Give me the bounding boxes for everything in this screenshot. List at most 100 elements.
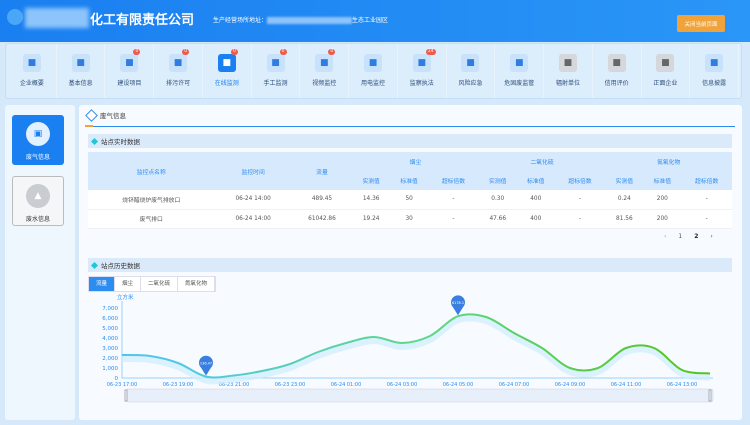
- col-sub: 实测值: [478, 171, 517, 190]
- col-sub: 标准值: [643, 171, 682, 190]
- y-tick-label: 5,000: [102, 326, 118, 332]
- table-cell: 489.45: [291, 190, 353, 210]
- diamond-icon: [90, 261, 99, 269]
- col-group: 烟尘: [352, 152, 479, 171]
- nav-item[interactable]: ■ 手工监测 0: [252, 44, 301, 98]
- company-title: 化工有限责任公司: [90, 13, 195, 28]
- nav-item[interactable]: ■ 风险应急: [447, 44, 496, 98]
- col-sub: 超标倍数: [428, 171, 479, 190]
- nav-item[interactable]: ■ 信息披露: [690, 44, 740, 98]
- permit-icon: ■: [169, 54, 188, 72]
- col-sub: 实测值: [605, 171, 644, 190]
- project-icon: ■: [120, 54, 139, 72]
- table-cell: -: [681, 209, 732, 229]
- zoom-slider[interactable]: [125, 388, 714, 403]
- table-cell: 200: [643, 190, 682, 210]
- tab-label: 废气信息: [100, 112, 126, 120]
- nav-item[interactable]: ■ 企业概要: [8, 44, 57, 98]
- history-section-header: 站点历史数据: [88, 258, 732, 272]
- marker-label: 136.47: [200, 362, 212, 366]
- table-cell: -: [681, 190, 732, 210]
- slider-handle-left[interactable]: [124, 389, 128, 402]
- tab-indicator: [85, 125, 93, 127]
- x-tick-label: 06-23 23:00: [275, 382, 306, 388]
- count-badge: 0: [182, 49, 190, 55]
- table-cell: 0.24: [605, 190, 644, 210]
- x-tick-label: 06-24 01:00: [331, 382, 362, 388]
- nav-item[interactable]: ■ 辐射单位: [544, 44, 593, 98]
- nav-item[interactable]: ■ 监察执法 24: [398, 44, 447, 98]
- page-1[interactable]: 1: [678, 233, 682, 240]
- section-title: 站点历史数据: [101, 262, 140, 270]
- sidebar-label: 废气信息: [25, 154, 50, 161]
- nav-item[interactable]: ■ 危固废监管: [495, 44, 545, 98]
- nav-item[interactable]: ■ 视频监控 0: [300, 44, 350, 98]
- camera-icon: ■: [315, 54, 334, 72]
- nav-label: 手工监测: [263, 80, 288, 87]
- y-tick-label: 6,000: [102, 316, 118, 322]
- count-badge: 24: [425, 49, 436, 55]
- diamond-icon: [90, 137, 99, 145]
- nav-item[interactable]: ■ 排污许可 0: [154, 44, 203, 98]
- positive-icon: ■: [656, 54, 675, 72]
- flow-history-chart: 立方米01,0002,0003,0004,0005,0006,0007,0000…: [102, 293, 714, 403]
- nav-item[interactable]: ■ 信用评价: [593, 44, 642, 98]
- address-suffix: 生态工业园区: [352, 17, 389, 24]
- nav-label: 危固废监管: [504, 80, 535, 87]
- main-panel: 废气信息 站点实时数据 监控点名称 监控时间 流量 烟尘 二氧化硫 氮氧化物 实测值 标准…: [79, 105, 742, 420]
- history-tabs: 流量 烟尘 二氧化硫 氮氧化物: [88, 276, 217, 292]
- nav-item[interactable]: ■ 基本信息: [57, 44, 106, 98]
- col-flow: 流量: [291, 152, 353, 190]
- tab-nox[interactable]: 氮氧化物: [178, 277, 216, 291]
- nav-item[interactable]: ■ 用电监控: [349, 44, 398, 98]
- tab-dust[interactable]: 烟尘: [115, 277, 142, 291]
- tab-so2[interactable]: 二氧化硫: [141, 277, 179, 291]
- x-tick-label: 06-24 11:00: [611, 382, 642, 388]
- marker-min: 136.47: [199, 355, 213, 376]
- nav-label: 在线监测: [214, 80, 239, 87]
- table-cell: -: [428, 190, 479, 210]
- table-cell: 19.24: [352, 209, 391, 229]
- sidebar-item-wastewater[interactable]: ▲ 废水信息: [12, 176, 64, 226]
- tab-flow[interactable]: 流量: [89, 277, 116, 291]
- tab-exhaust[interactable]: 废气信息: [85, 108, 126, 122]
- prev-page-button[interactable]: ‹: [664, 233, 666, 240]
- power-icon: ■: [364, 54, 382, 72]
- col-sub: 标准值: [516, 171, 555, 190]
- realtime-table: 监控点名称 监控时间 流量 烟尘 二氧化硫 氮氧化物 实测值 标准值 超标倍数 实测值 标准值超…: [88, 152, 732, 229]
- y-tick-label: 2,000: [102, 356, 118, 362]
- address: 生产经营场所地址： 生态工业园区: [213, 15, 388, 24]
- sidebar-item-exhaust[interactable]: ▣ 废气信息: [12, 115, 64, 165]
- table-cell: 烧钚醋烧炉废气排放口: [88, 190, 215, 210]
- close-page-button[interactable]: 关闭当前页面: [677, 15, 725, 32]
- y-tick-label: 7,000: [102, 306, 118, 312]
- slider-handle-right[interactable]: [708, 389, 712, 402]
- nav-item[interactable]: ■ 正面企业: [642, 44, 691, 98]
- page-2[interactable]: 2: [694, 233, 698, 240]
- table-cell: 61042.86: [291, 209, 353, 229]
- redacted-address: [267, 17, 353, 24]
- table-row: 废气排口 06-24 14:00 61042.86 19.24 30-47.66 400-…: [88, 209, 732, 229]
- x-tick-label: 06-23 19:00: [163, 382, 194, 388]
- factory-icon: ▣: [26, 122, 50, 146]
- count-badge: 0: [133, 49, 141, 55]
- table-cell: 400: [516, 209, 555, 229]
- table-row: 烧钚醋烧炉废气排放口 06-24 14:00 489.45 14.36 50-0.30 4…: [88, 190, 732, 210]
- table-cell: 14.36: [352, 190, 391, 210]
- table-cell: 0.30: [478, 190, 517, 210]
- nav-label: 信用评价: [604, 80, 629, 87]
- app-header: 化工有限责任公司 生产经营场所地址： 生态工业园区 关闭当前页面: [0, 0, 750, 42]
- table-cell: 81.56: [605, 209, 644, 229]
- manual-icon: ■: [266, 54, 285, 72]
- building-icon: ■: [22, 54, 41, 72]
- nav-label: 监察执法: [409, 80, 434, 87]
- radiation-icon: ■: [558, 54, 577, 72]
- x-tick-label: 06-23 17:00: [107, 382, 138, 388]
- company-logo-icon: [7, 9, 23, 25]
- col-time: 监控时间: [214, 152, 292, 190]
- nav-item[interactable]: ■ 建设项目 0: [105, 44, 155, 98]
- nav-item[interactable]: ■ 在线监测 0: [203, 44, 252, 98]
- redacted-name: [25, 8, 89, 28]
- col-sub: 实测值: [352, 171, 391, 190]
- next-page-button[interactable]: ›: [710, 233, 712, 240]
